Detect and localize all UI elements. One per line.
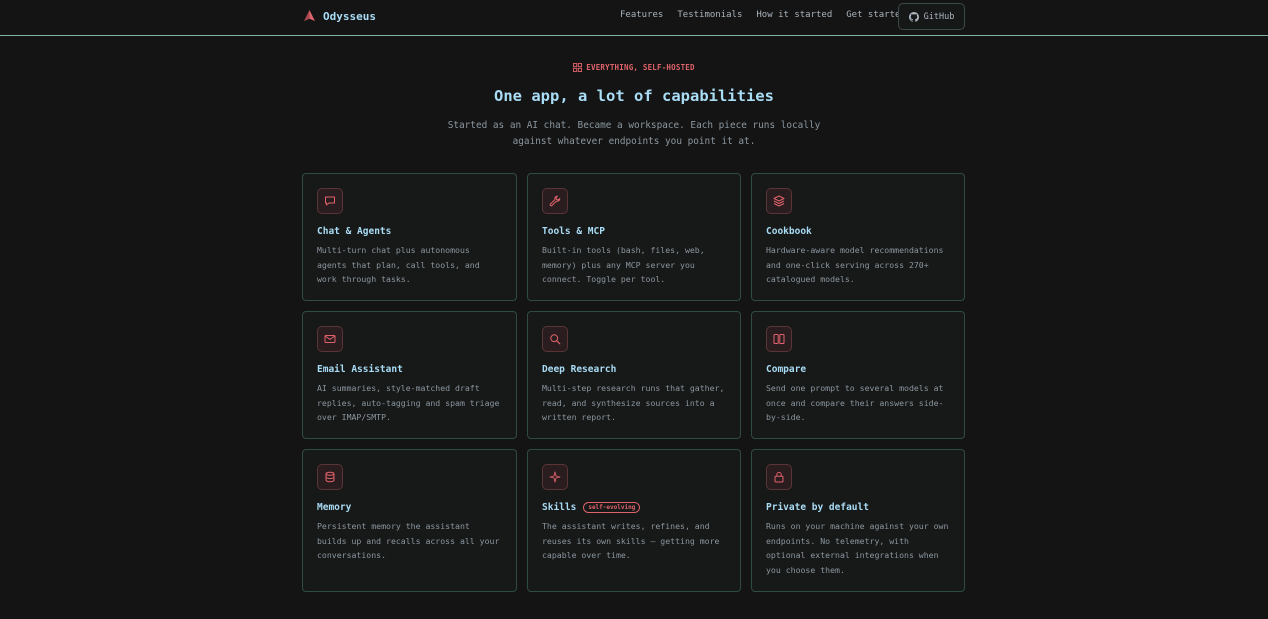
- section-heading: One app, a lot of capabilities: [494, 87, 774, 105]
- columns-icon: [766, 326, 792, 352]
- feature-title: Private by default: [766, 501, 869, 513]
- feature-card-tools-mcp: Tools & MCP Built-in tools (bash, files,…: [527, 173, 741, 301]
- feature-description: Hardware-aware model recommendations and…: [766, 245, 944, 284]
- nav-links: Features Testimonials How it started Get…: [620, 10, 906, 20]
- feature-description: The assistant writes, refines, and reuse…: [542, 521, 720, 560]
- wrench-icon: [542, 188, 568, 214]
- chat-bubble-icon: [317, 188, 343, 214]
- odysseus-sail-logo-icon: [303, 10, 316, 22]
- feature-description: AI summaries, style-matched draft replie…: [317, 383, 500, 422]
- section-eyebrow: EVERYTHING, SELF-HOSTED: [0, 63, 1268, 72]
- search-icon: [542, 326, 568, 352]
- feature-title: Memory: [317, 501, 352, 513]
- brand-name: Odysseus: [323, 9, 376, 23]
- feature-card-deep-research: Deep Research Multi-step research runs t…: [527, 311, 741, 439]
- feature-card-skills: Skills self-evolving The assistant write…: [527, 449, 741, 592]
- feature-description: Multi-step research runs that gather, re…: [542, 383, 725, 422]
- feature-description: Built-in tools (bash, files, web, memory…: [542, 245, 705, 284]
- feature-title: Skills: [542, 501, 577, 513]
- lock-icon: [766, 464, 792, 490]
- feature-title: Tools & MCP: [542, 225, 605, 237]
- feature-description: Runs on your machine against your own en…: [766, 521, 949, 575]
- layers-icon: [766, 188, 792, 214]
- feature-title: Email Assistant: [317, 363, 403, 375]
- nav-link-how-it-started[interactable]: How it started: [756, 10, 832, 20]
- database-icon: [317, 464, 343, 490]
- brand[interactable]: Odysseus: [303, 8, 376, 24]
- feature-title: Cookbook: [766, 225, 812, 237]
- feature-title: Deep Research: [542, 363, 617, 375]
- feature-description: Multi-turn chat plus autonomous agents t…: [317, 245, 480, 284]
- github-button-label: GitHub: [923, 11, 955, 22]
- feature-description: Send one prompt to several models at onc…: [766, 383, 944, 422]
- feature-card-chat-agents: Chat & Agents Multi-turn chat plus auton…: [302, 173, 517, 301]
- github-icon: [908, 11, 919, 22]
- nav-link-get-started[interactable]: Get started: [846, 10, 906, 20]
- nav-link-features[interactable]: Features: [620, 10, 663, 20]
- top-nav: Odysseus Features Testimonials How it st…: [0, 0, 1268, 36]
- feature-card-memory: Memory Persistent memory the assistant b…: [302, 449, 517, 592]
- mail-icon: [317, 326, 343, 352]
- feature-title: Chat & Agents: [317, 225, 392, 237]
- feature-title: Compare: [766, 363, 807, 375]
- grid-icon: [573, 63, 583, 72]
- self-evolving-badge: self-evolving: [583, 501, 641, 513]
- sparkle-icon: [542, 464, 568, 490]
- github-button[interactable]: GitHub: [898, 3, 965, 30]
- feature-description: Persistent memory the assistant builds u…: [317, 521, 500, 560]
- nav-link-testimonials[interactable]: Testimonials: [677, 10, 742, 20]
- feature-card-private: Private by default Runs on your machine …: [751, 449, 965, 592]
- feature-card-email-assistant: Email Assistant AI summaries, style-matc…: [302, 311, 517, 439]
- features-grid: Chat & Agents Multi-turn chat plus auton…: [302, 173, 965, 592]
- feature-card-compare: Compare Send one prompt to several model…: [751, 311, 965, 439]
- eyebrow-text: EVERYTHING, SELF-HOSTED: [586, 63, 695, 72]
- feature-card-cookbook: Cookbook Hardware-aware model recommenda…: [751, 173, 965, 301]
- section-subtitle: Started as an AI chat. Became a workspac…: [447, 120, 821, 147]
